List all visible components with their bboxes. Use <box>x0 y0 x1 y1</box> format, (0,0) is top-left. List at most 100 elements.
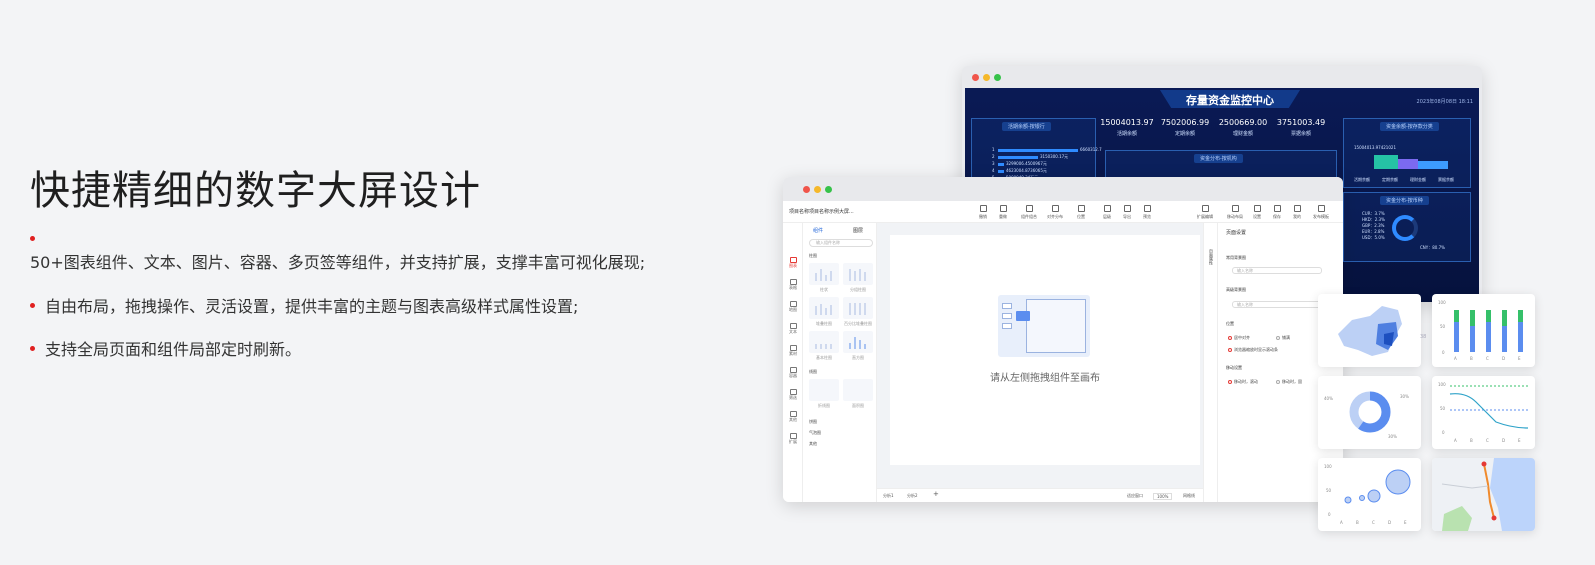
thumb-histogram[interactable] <box>843 331 873 353</box>
section-move[interactable]: 移动设置 <box>1226 365 1242 371</box>
thumb-bar[interactable] <box>809 263 839 285</box>
page-tab[interactable]: 分析2 <box>907 493 918 499</box>
section-bar[interactable]: 柱图 <box>809 253 817 259</box>
zoom-select[interactable]: 100% <box>1153 493 1173 500</box>
toolbar-label: 位置 <box>1077 214 1085 219</box>
page: 快捷精细的数字大屏设计 50+图表组件、文本、图片、容器、多页签等组件，并支持扩… <box>0 0 1595 565</box>
thumb-caption: 直方图 <box>852 355 864 360</box>
advanced-bg-input[interactable]: 输入名称 <box>1232 301 1322 308</box>
tab-page-props[interactable]: 页面属性 <box>1208 249 1214 265</box>
close-dot[interactable] <box>803 186 810 193</box>
thumb-line[interactable] <box>809 379 839 401</box>
canvas-board[interactable]: 请从左侧拖拽组件至画布 <box>890 235 1200 465</box>
option-move-fixed[interactable]: 移动时，固 <box>1276 379 1302 385</box>
project-name[interactable]: 项目名称项目名称示例大屏... <box>789 208 854 215</box>
option-center[interactable]: 居中对齐 <box>1228 335 1250 341</box>
rail-item-extend[interactable]: 扩展 <box>787 433 799 445</box>
thumb-area[interactable] <box>843 379 873 401</box>
minimize-dot[interactable] <box>983 74 990 81</box>
kpi-value: 3751003.49 <box>1276 118 1326 127</box>
export-button[interactable]: 导出 <box>1117 205 1137 220</box>
dashboard-titlebar <box>962 66 1482 88</box>
thumb-group-bar[interactable] <box>843 263 873 285</box>
mobile-layout-button[interactable]: 移动布局 <box>1225 205 1245 220</box>
donut-label: 40% <box>1324 396 1333 401</box>
toolbar-label: 重做 <box>999 214 1007 219</box>
card-bubble: 100 50 0 A B C D E <box>1318 458 1421 531</box>
design-canvas[interactable]: 请从左侧拖拽组件至画布 分析1 分析2 + 适应窗口 100% 网格线 <box>877 223 1203 502</box>
maximize-dot[interactable] <box>825 186 832 193</box>
maximize-dot[interactable] <box>994 74 1001 81</box>
add-page-icon[interactable]: + <box>933 490 939 498</box>
x-tick: D <box>1388 520 1392 525</box>
layer-button[interactable]: 层级 <box>1097 205 1117 220</box>
mine-button[interactable]: 我的 <box>1287 205 1307 220</box>
tab-layers[interactable]: 图层 <box>853 227 863 234</box>
rail-label: 其他 <box>789 417 797 422</box>
currency-donut <box>1392 215 1418 241</box>
panel-title: 活期余额-按银行 <box>1002 122 1051 131</box>
publish-template-button[interactable]: 发布模板 <box>1311 205 1331 220</box>
rank-label: 1 <box>992 147 995 152</box>
preview-button[interactable]: 预览 <box>1137 205 1157 220</box>
toolbar-label: 预览 <box>1143 214 1151 219</box>
align-button[interactable]: 对齐分布 <box>1045 205 1065 220</box>
dashboard-title: 存量资金监控中心 <box>1186 94 1274 107</box>
rail-item-map[interactable]: 地图 <box>787 301 799 313</box>
rail-item-chart[interactable]: 图表 <box>787 257 799 269</box>
export-icon <box>1123 205 1131 212</box>
card-donut: 40% 30% 30% <box>1318 376 1421 449</box>
rail-item-table[interactable]: 表格 <box>787 279 799 291</box>
option-move-scroll[interactable]: 移动时，滚动 <box>1228 379 1258 385</box>
undo-button[interactable]: 撤销 <box>973 205 993 220</box>
feature-bullet-3: 支持全局页面和组件局部定时刷新。 <box>30 336 301 360</box>
rail-item-container[interactable]: 容器 <box>787 367 799 379</box>
legend-item: 定期余额 <box>1382 177 1398 182</box>
section-pie[interactable]: 饼图 <box>809 419 817 425</box>
card-route-map <box>1432 458 1535 531</box>
section-other[interactable]: 其他 <box>809 441 817 447</box>
deposit-bar <box>1398 159 1418 169</box>
option-fill[interactable]: 铺满 <box>1276 335 1290 341</box>
section-position[interactable]: 位置 <box>1226 321 1234 327</box>
drop-area-icon <box>1026 299 1086 353</box>
kpi-label: 定期余额 <box>1174 131 1195 137</box>
thumb-percent-bar[interactable] <box>843 297 873 319</box>
extend-edit-button[interactable]: 扩展编辑 <box>1195 205 1215 220</box>
save-button[interactable]: 保存 <box>1267 205 1287 220</box>
legend-item: 票据余额 <box>1438 177 1454 182</box>
section-common-bg[interactable]: 常用背景图 <box>1226 255 1246 261</box>
close-dot[interactable] <box>972 74 979 81</box>
settings-button[interactable]: 设置 <box>1247 205 1267 220</box>
extend-icon <box>1201 205 1209 212</box>
section-bubble[interactable]: 气泡图 <box>809 430 821 436</box>
pie-label: USD：5.0% <box>1362 235 1385 240</box>
minimize-dot[interactable] <box>814 186 821 193</box>
rail-item-filter[interactable]: 筛选 <box>787 389 799 401</box>
thumb-caption: 基本柱图 <box>816 355 832 360</box>
option-scrollbar[interactable]: 浏览器缩放时显示滚动条 <box>1228 347 1278 353</box>
redo-button[interactable]: 重做 <box>993 205 1013 220</box>
section-line[interactable]: 线图 <box>809 369 817 375</box>
group-button[interactable]: 组件组合 <box>1019 205 1039 220</box>
thumb-basic-bar[interactable] <box>809 331 839 353</box>
rail-label: 扩展 <box>789 439 797 444</box>
component-panel: 组件 图层 输入组件名称 柱图 柱状 分组柱图 堆叠柱图 百分比堆叠柱图 基本柱… <box>803 223 877 502</box>
component-search-input[interactable]: 输入组件名称 <box>809 239 873 247</box>
x-tick: D <box>1502 356 1506 361</box>
x-tick: A <box>1454 356 1457 361</box>
rail-item-text[interactable]: 文本 <box>787 323 799 335</box>
layer-icon <box>1103 205 1111 212</box>
legend-item: 活期余额 <box>1354 177 1370 182</box>
fit-window-button[interactable]: 适应窗口 <box>1127 493 1143 499</box>
tab-components[interactable]: 组件 <box>813 227 823 234</box>
thumb-stack-bar[interactable] <box>809 297 839 319</box>
deposit-bar <box>1418 161 1448 169</box>
position-button[interactable]: 位置 <box>1071 205 1091 220</box>
rail-item-other[interactable]: 其他 <box>787 411 799 423</box>
bg-name-input[interactable]: 输入名称 <box>1232 267 1322 274</box>
rail-item-material[interactable]: 素材 <box>787 345 799 357</box>
gridline-toggle[interactable]: 网格线 <box>1183 493 1195 499</box>
section-advanced-bg[interactable]: 高级背景图 <box>1226 287 1246 293</box>
page-tab[interactable]: 分析1 <box>883 493 894 499</box>
